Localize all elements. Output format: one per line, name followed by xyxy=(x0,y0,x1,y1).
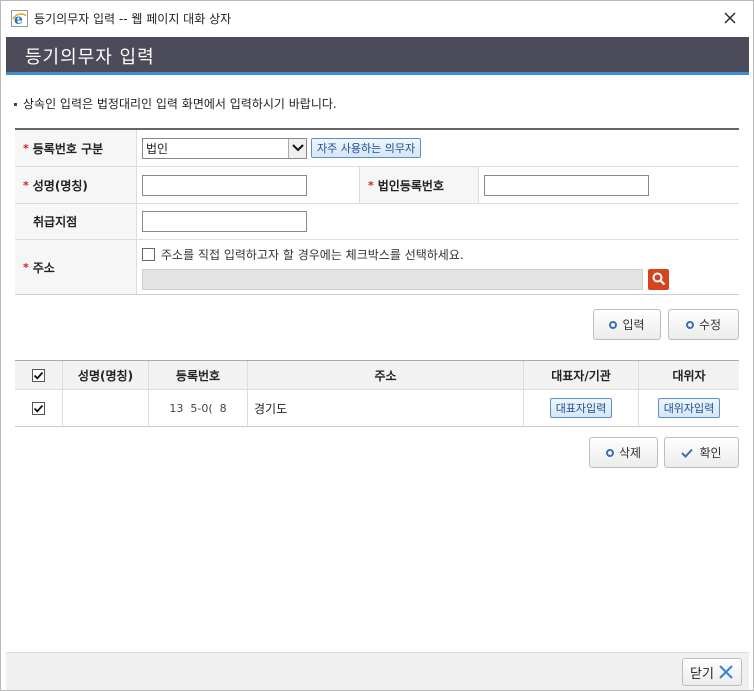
grid-header-name: 성명(명칭) xyxy=(63,361,149,389)
dialog-footer: 닫기 xyxy=(6,652,749,690)
address-cell: 주소를 직접 입력하고자 할 경우에는 체크박스를 선택하세요. xyxy=(137,240,669,294)
dialog-window: e 등기의무자 입력 -- 웹 페이지 대화 상자 등기의무자 입력 상속인 입… xyxy=(0,0,754,691)
ie-icon: e xyxy=(11,10,28,27)
corp-no-cell xyxy=(479,167,649,203)
address-input[interactable] xyxy=(142,268,643,290)
branch-input[interactable] xyxy=(142,211,307,232)
circle-icon xyxy=(609,320,618,329)
form-row-name: * 성명(명칭) * 법인등록번호 xyxy=(15,167,739,204)
chevron-down-icon xyxy=(288,138,306,158)
reg-type-label: * 등록번호 구분 xyxy=(15,130,137,166)
grid-header-rep: 대표자/기관 xyxy=(524,361,639,389)
obligor-form: *등록번호 구분 법인 자주 사용하는 의무자 *성명(명칭) *법인등록 xyxy=(15,128,739,295)
form-row-branch: 취급지점 xyxy=(15,204,739,240)
title-bar: e 등기의무자 입력 -- 웹 페이지 대화 상자 xyxy=(1,1,753,36)
corp-no-label: * 법인등록번호 xyxy=(359,167,479,203)
address-label: * 주소 xyxy=(15,240,137,294)
row-address: 경기도 xyxy=(248,390,524,426)
window-title: 등기의무자 입력 -- 웹 페이지 대화 상자 xyxy=(34,12,232,26)
obligor-grid: 성명(명칭) 등록번호 주소 대표자/기관 대위자 13 5-0( 8 경기도 … xyxy=(15,360,739,427)
edit-button[interactable]: 수정 xyxy=(668,309,739,340)
page-header: 등기의무자 입력 xyxy=(6,37,749,75)
search-icon[interactable] xyxy=(648,268,669,290)
row-select-cell xyxy=(15,390,63,426)
name-cell xyxy=(137,167,359,203)
name-label: * 성명(명칭) xyxy=(15,167,137,203)
page-title: 등기의무자 입력 xyxy=(25,47,155,68)
circle-icon xyxy=(685,320,694,329)
row-rep-cell: 대표자입력 xyxy=(524,390,639,426)
close-icon xyxy=(718,664,734,680)
grid-header-row: 성명(명칭) 등록번호 주소 대표자/기관 대위자 xyxy=(15,361,739,390)
table-row[interactable]: 13 5-0( 8 경기도 대표자입력 대위자입력 xyxy=(15,390,739,426)
row-reg-no: 13 5-0( 8 xyxy=(149,390,248,426)
circle-icon xyxy=(605,448,614,457)
grid-header-address: 주소 xyxy=(248,361,524,389)
delete-button[interactable]: 삭제 xyxy=(589,437,658,468)
corp-no-input[interactable] xyxy=(484,174,649,196)
frequent-obligor-button[interactable]: 자주 사용하는 의무자 xyxy=(311,138,422,158)
confirm-button[interactable]: 확인 xyxy=(664,437,739,468)
row-name xyxy=(63,390,149,426)
rep-input-button[interactable]: 대표자입력 xyxy=(549,398,613,418)
grid-header-subrogate: 대위자 xyxy=(672,368,706,383)
form-row-reg-type: * 등록번호 구분 법인 자주 사용하는 의무자 xyxy=(15,130,739,167)
row-checkbox[interactable] xyxy=(32,401,45,415)
input-button[interactable]: 입력 xyxy=(593,309,661,340)
branch-cell xyxy=(137,204,307,239)
branch-label: 취급지점 xyxy=(15,204,137,239)
content-area: 상속인 입력은 법정대리인 입력 화면에서 입력하시기 바랍니다. * 등록번호 … xyxy=(6,78,749,652)
name-input[interactable] xyxy=(142,174,307,196)
address-manual-checkbox[interactable] xyxy=(142,248,155,261)
address-input-line xyxy=(142,268,669,290)
form-row-address: * 주소 주소를 직접 입력하고자 할 경우에는 체크박스를 선택하세요. xyxy=(15,240,739,294)
reg-type-cell: 법인 자주 사용하는 의무자 xyxy=(137,130,422,166)
select-all-checkbox[interactable] xyxy=(32,368,45,382)
window-close-icon[interactable] xyxy=(721,9,739,27)
notice-text: 상속인 입력은 법정대리인 입력 화면에서 입력하시기 바랍니다. xyxy=(14,95,337,112)
subrogate-input-button[interactable]: 대위자입력 xyxy=(657,398,721,418)
close-button[interactable]: 닫기 xyxy=(682,658,742,686)
row-subrogate-cell: 대위자입력 xyxy=(639,390,739,426)
check-icon xyxy=(681,448,694,458)
bullet-icon xyxy=(14,103,17,106)
reg-type-select[interactable]: 법인 xyxy=(142,137,307,159)
address-manual-line: 주소를 직접 입력하고자 할 경우에는 체크박스를 선택하세요. xyxy=(142,245,464,265)
grid-select-all-cell xyxy=(15,361,63,389)
grid-header-reg-no: 등록번호 xyxy=(149,361,248,389)
